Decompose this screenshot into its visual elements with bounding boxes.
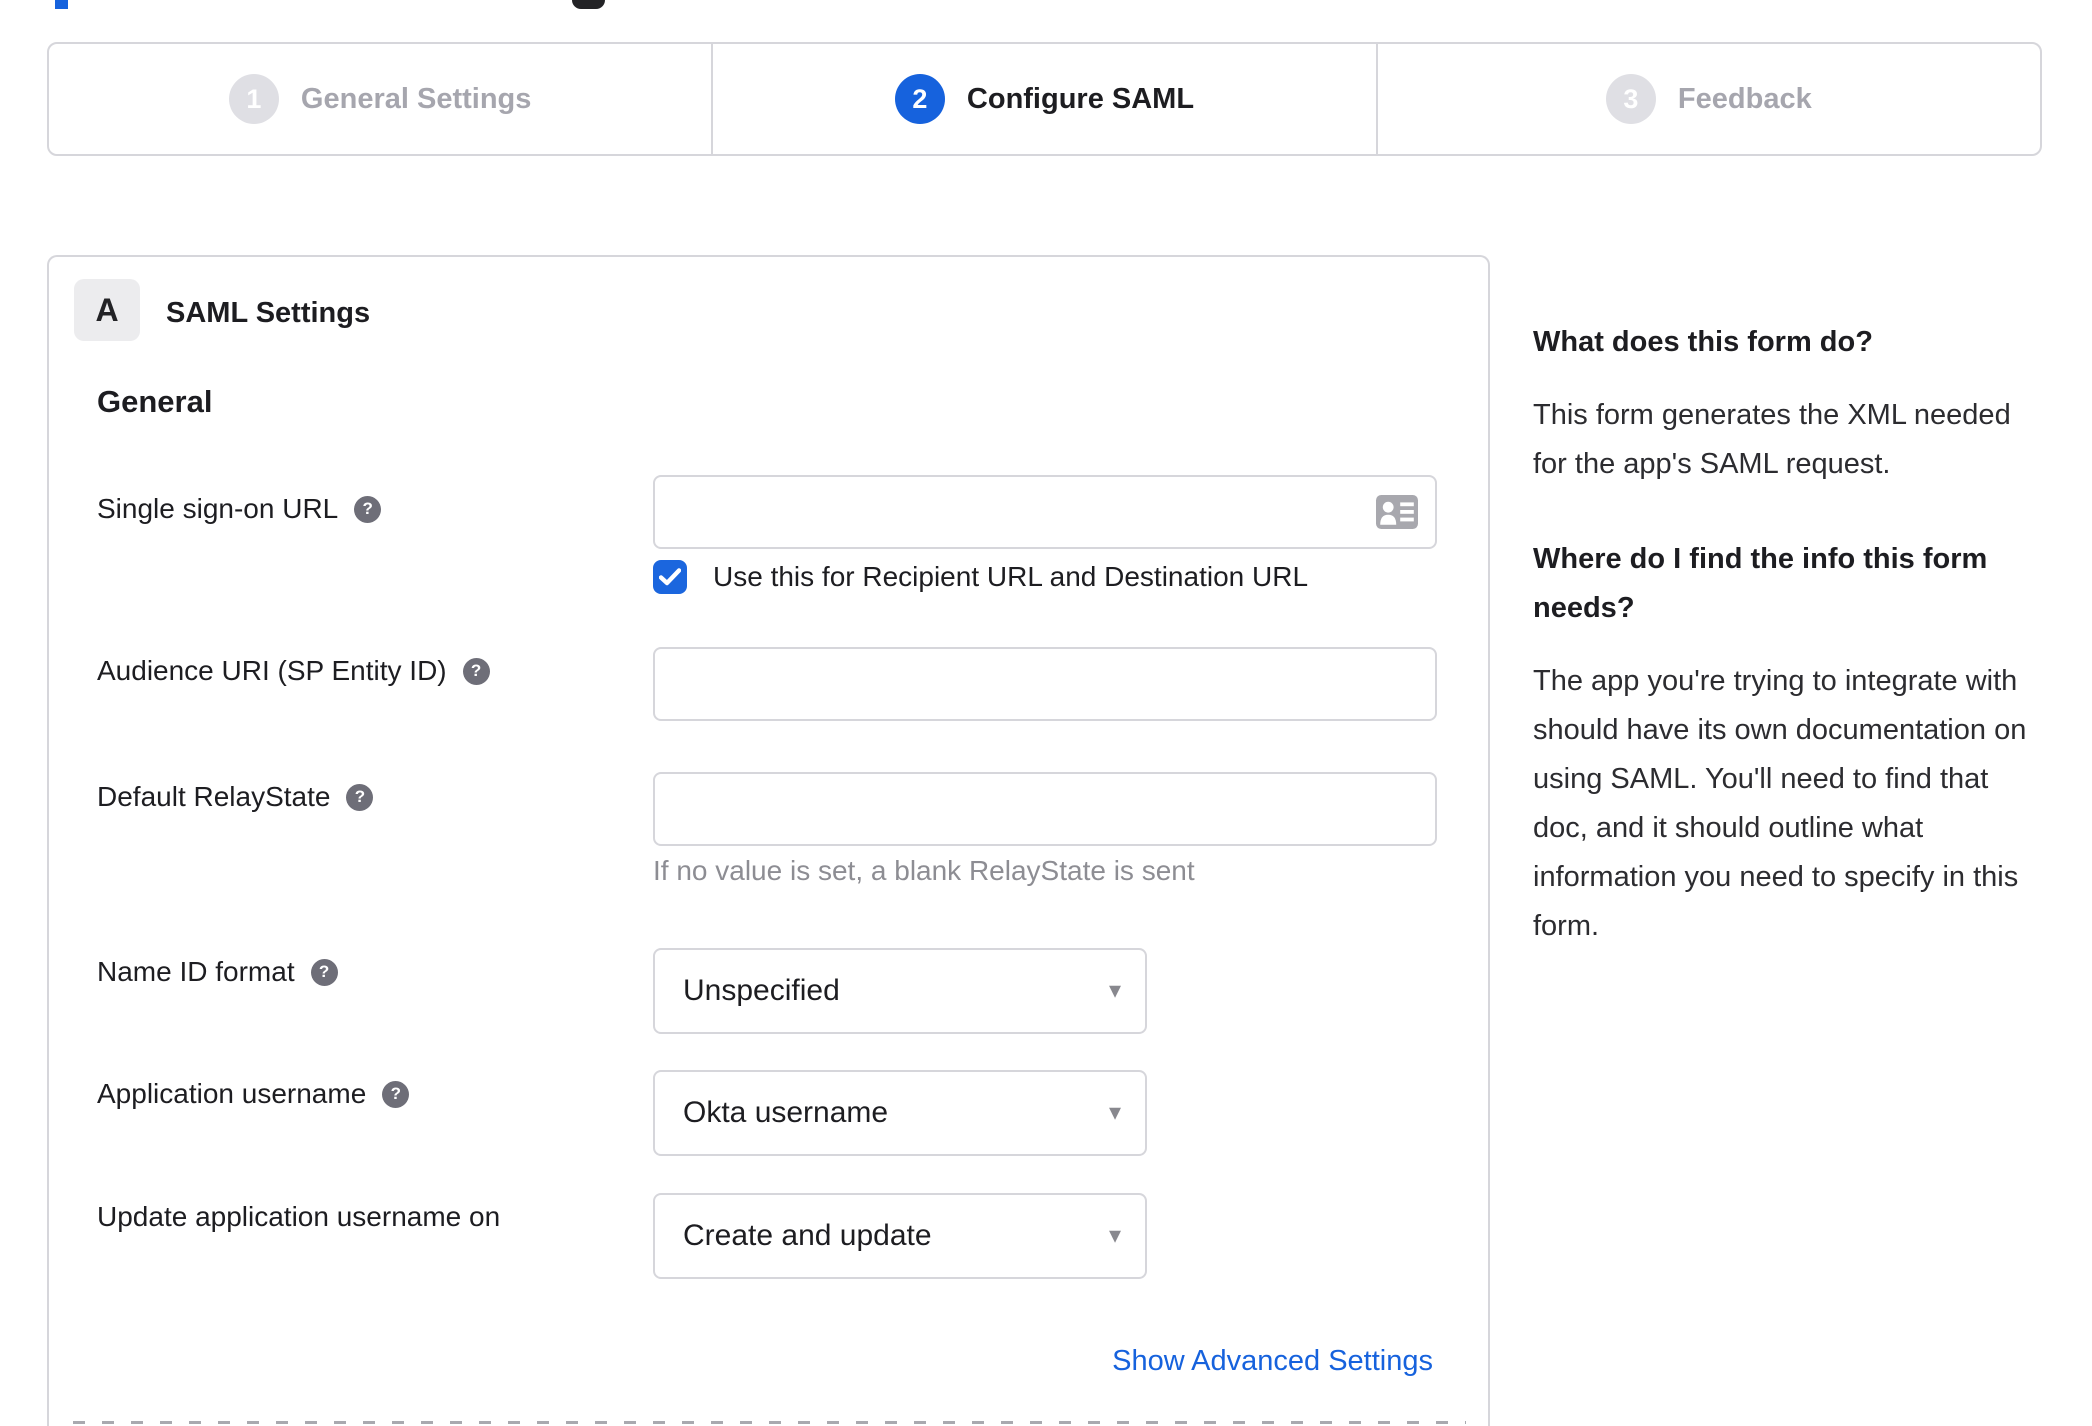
sso-url-input[interactable] xyxy=(653,475,1437,549)
saml-settings-card: A SAML Settings General Single sign-on U… xyxy=(47,255,1490,1426)
application-username-label: Application username ? xyxy=(97,1078,410,1110)
help-icon[interactable]: ? xyxy=(354,495,382,523)
help-icon[interactable]: ? xyxy=(346,783,374,811)
audience-uri-label: Audience URI (SP Entity ID) ? xyxy=(97,655,490,687)
chevron-down-icon: ▾ xyxy=(1108,1221,1121,1249)
sidebar-question-1: What does this form do? xyxy=(1533,326,1873,358)
application-username-value: Okta username xyxy=(683,1096,889,1129)
update-application-username-label: Update application username on xyxy=(97,1201,500,1233)
name-id-format-value: Unspecified xyxy=(683,974,840,1007)
relaystate-hint: If no value is set, a blank RelayState i… xyxy=(653,855,1195,886)
chevron-down-icon: ▾ xyxy=(1108,976,1121,1004)
application-username-select[interactable]: Okta username ▾ xyxy=(653,1070,1147,1156)
audience-uri-label-text: Audience URI (SP Entity ID) xyxy=(97,655,447,686)
checkmark-icon xyxy=(659,568,681,586)
wizard-stepper: 1 General Settings 2 Configure SAML 3 Fe… xyxy=(47,42,2042,156)
help-icon[interactable]: ? xyxy=(382,1080,410,1108)
show-advanced-settings-link[interactable]: Show Advanced Settings xyxy=(1112,1345,1433,1378)
chevron-down-icon: ▾ xyxy=(1108,1098,1121,1126)
clipped-content-fragment xyxy=(55,0,68,9)
update-application-username-label-text: Update application username on xyxy=(97,1201,501,1232)
application-username-label-text: Application username xyxy=(97,1078,367,1109)
step-label: Feedback xyxy=(1677,82,1812,115)
sidebar-question-2: Where do I find the info this form needs… xyxy=(1533,543,1988,624)
clipped-content-fragment xyxy=(572,0,605,9)
update-application-username-select[interactable]: Create and update ▾ xyxy=(653,1193,1147,1279)
relaystate-label-text: Default RelayState xyxy=(97,781,331,812)
step-feedback[interactable]: 3 Feedback xyxy=(1375,44,2040,154)
step-number-badge: 1 xyxy=(228,74,279,124)
sso-url-label: Single sign-on URL ? xyxy=(97,493,382,525)
step-general-settings[interactable]: 1 General Settings xyxy=(49,44,711,154)
update-application-username-value: Create and update xyxy=(683,1219,932,1252)
advanced-section-divider xyxy=(73,1421,1466,1424)
name-id-format-label-text: Name ID format xyxy=(97,956,295,987)
recipient-url-checkbox[interactable] xyxy=(653,560,687,594)
section-a-badge: A xyxy=(74,279,140,341)
help-sidebar: What does this form do? This form genera… xyxy=(1533,318,2045,997)
name-id-format-select[interactable]: Unspecified ▾ xyxy=(653,948,1147,1034)
step-number-badge: 2 xyxy=(894,74,945,124)
recipient-url-checkbox-label[interactable]: Use this for Recipient URL and Destinati… xyxy=(713,561,1308,593)
general-group-heading: General xyxy=(97,384,213,419)
step-number-badge: 3 xyxy=(1605,74,1656,124)
recipient-url-checkbox-row: Use this for Recipient URL and Destinati… xyxy=(653,560,1308,594)
step-configure-saml[interactable]: 2 Configure SAML xyxy=(711,44,1375,154)
sidebar-answer-1: This form generates the XML needed for t… xyxy=(1533,399,2011,480)
section-title: SAML Settings xyxy=(166,297,371,329)
help-icon[interactable]: ? xyxy=(310,958,338,986)
step-label: Configure SAML xyxy=(966,82,1195,115)
sso-url-input-wrap xyxy=(653,475,1437,549)
help-icon[interactable]: ? xyxy=(462,657,490,685)
audience-uri-input[interactable] xyxy=(653,647,1437,721)
sso-url-label-text: Single sign-on URL xyxy=(97,493,339,524)
name-id-format-label: Name ID format ? xyxy=(97,956,338,988)
relaystate-label: Default RelayState ? xyxy=(97,781,374,813)
sidebar-answer-2: The app you're trying to integrate with … xyxy=(1533,665,2027,942)
okta-configure-saml-page: 1 General Settings 2 Configure SAML 3 Fe… xyxy=(0,0,2092,1426)
step-label: General Settings xyxy=(300,82,532,115)
relaystate-input[interactable] xyxy=(653,772,1437,846)
